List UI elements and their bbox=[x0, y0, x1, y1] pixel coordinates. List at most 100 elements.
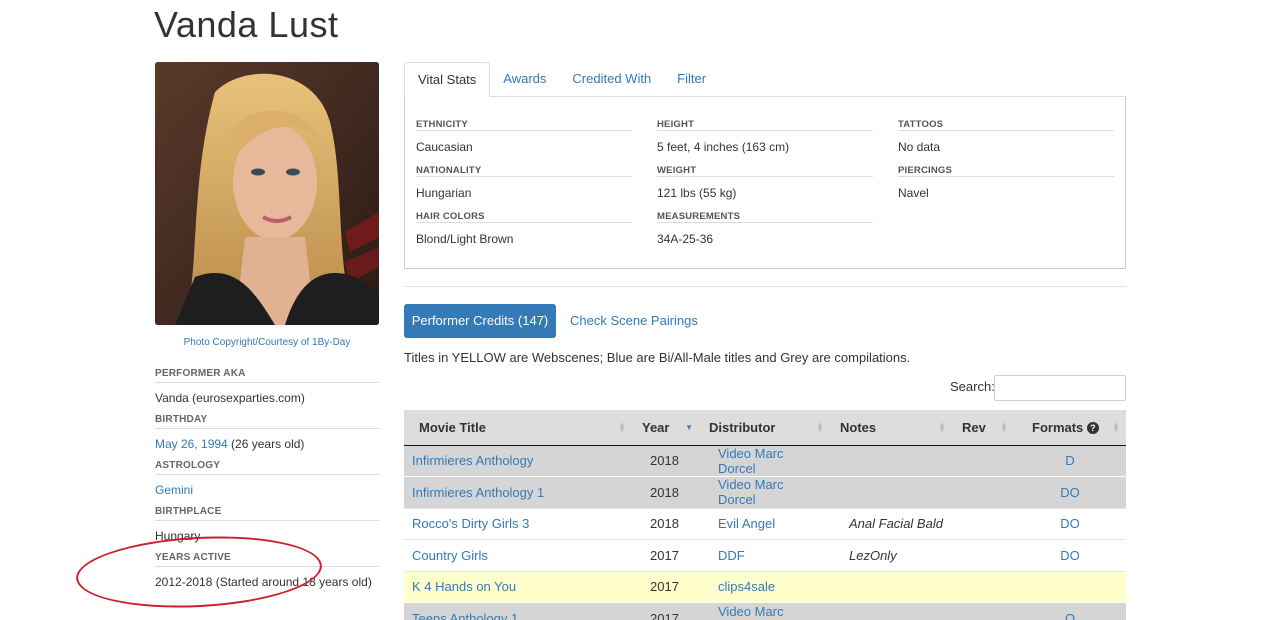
year-cell-cell: 2017 bbox=[632, 570, 699, 603]
hair-colors-value: Blond/Light Brown bbox=[416, 232, 514, 246]
formats-link[interactable]: DO bbox=[1060, 516, 1080, 531]
piercings-value: Navel bbox=[898, 186, 929, 200]
sort-desc-icon: ▼ bbox=[685, 423, 693, 432]
distributor-link[interactable]: Video Marc Dorcel bbox=[718, 477, 784, 507]
stats-column-3: TATTOOS No data PIERCINGS Navel bbox=[898, 119, 1114, 211]
profile-tabs: Vital Stats Awards Credited With Filter bbox=[404, 62, 1126, 97]
distributor-link[interactable]: Video Marc Dorcel bbox=[718, 446, 784, 476]
tab-awards[interactable]: Awards bbox=[490, 62, 559, 97]
birthday-age: (26 years old) bbox=[227, 437, 305, 451]
birthplace-value: Hungary bbox=[155, 529, 201, 543]
credits-body: Infirmieres Anthology 2018 Video Marc Dorc… bbox=[404, 444, 1126, 620]
formats-cell bbox=[1014, 570, 1126, 603]
movie-title-cell: Teens Anthology 1 bbox=[404, 602, 632, 620]
performer-photo bbox=[155, 62, 379, 325]
search-label: Search: bbox=[950, 379, 995, 394]
col-movie-title[interactable]: Movie Title ▲ ▼ bbox=[404, 410, 632, 446]
distributor-cell: clips4sale bbox=[699, 570, 830, 603]
formats-link[interactable]: D bbox=[1065, 453, 1074, 468]
stats-column-2: HEIGHT 5 feet, 4 inches (163 cm) WEIGHT … bbox=[657, 119, 873, 257]
formats-link[interactable]: DO bbox=[1060, 485, 1080, 500]
sort-icon: ▲ ▼ bbox=[618, 420, 626, 434]
check-scene-pairings-link[interactable]: Check Scene Pairings bbox=[570, 304, 698, 338]
formats-link[interactable]: DO bbox=[1060, 548, 1080, 563]
notes-cell-cell bbox=[830, 476, 952, 508]
distributor-link[interactable]: clips4sale bbox=[718, 579, 775, 594]
tab-credited-with[interactable]: Credited With bbox=[559, 62, 664, 97]
year-cell-cell: 2017 bbox=[632, 602, 699, 620]
table-row: Infirmieres Anthology 2018 Video Marc Dorc… bbox=[404, 444, 1126, 477]
sort-icon: ▲ ▼ bbox=[816, 420, 824, 434]
credits-table: Movie Title ▲ ▼ Year ▼ Distributor ▲ ▼ Notes ▲… bbox=[404, 410, 1126, 620]
col-distributor-label: Distributor bbox=[709, 419, 776, 435]
hair-colors-label: HAIR COLORS bbox=[416, 211, 632, 223]
sort-icon: ▲ ▼ bbox=[1000, 420, 1008, 434]
formats-cell: D bbox=[1014, 444, 1126, 477]
col-rev-label: Rev bbox=[962, 419, 986, 435]
astrology-block: ASTROLOGY Gemini bbox=[155, 460, 379, 497]
rev-cell-cell bbox=[952, 507, 1014, 540]
movie-title-cell: Infirmieres Anthology bbox=[404, 444, 632, 477]
height-value: 5 feet, 4 inches (163 cm) bbox=[657, 140, 790, 154]
movie-title-link[interactable]: K 4 Hands on You bbox=[412, 579, 516, 594]
rev-cell-cell bbox=[952, 476, 1014, 508]
movie-title-link[interactable]: Infirmieres Anthology bbox=[412, 453, 533, 468]
help-icon[interactable]: ? bbox=[1086, 421, 1099, 434]
movie-title-link[interactable]: Infirmieres Anthology 1 bbox=[412, 485, 544, 500]
notes-cell-cell bbox=[830, 602, 952, 620]
movie-title-cell: Rocco's Dirty Girls 3 bbox=[404, 507, 632, 540]
weight-value: 121 lbs (55 kg) bbox=[657, 186, 737, 200]
movie-title-cell: Infirmieres Anthology 1 bbox=[404, 476, 632, 508]
year-cell-cell: 2018 bbox=[632, 507, 699, 540]
birthday-date-link[interactable]: May 26, 1994 bbox=[155, 437, 228, 451]
distributor-link[interactable]: Video Marc Dorcel bbox=[718, 604, 784, 620]
notes-cell-cell: LezOnly bbox=[830, 539, 952, 571]
portrait-image bbox=[155, 62, 379, 325]
rev-cell-cell bbox=[952, 602, 1014, 620]
tab-filter[interactable]: Filter bbox=[664, 62, 719, 97]
rev-cell-cell bbox=[952, 570, 1014, 603]
tab-vital-stats[interactable]: Vital Stats bbox=[404, 62, 491, 97]
year-cell: 2017 bbox=[650, 611, 679, 620]
year-cell: 2018 bbox=[650, 484, 679, 500]
astrology-link[interactable]: Gemini bbox=[155, 483, 193, 497]
col-distributor[interactable]: Distributor ▲ ▼ bbox=[699, 410, 830, 446]
col-year-label: Year bbox=[642, 419, 670, 435]
search-input[interactable] bbox=[994, 375, 1126, 401]
movie-title-link[interactable]: Teens Anthology 1 bbox=[412, 611, 518, 620]
col-year[interactable]: Year ▼ bbox=[632, 410, 699, 446]
photo-caption[interactable]: Photo Copyright/Courtesy of 1By-Day bbox=[155, 337, 379, 349]
notes-cell: LezOnly bbox=[849, 547, 897, 563]
distributor-link[interactable]: Evil Angel bbox=[718, 516, 775, 531]
formats-link[interactable]: O bbox=[1065, 611, 1075, 620]
formats-cell: DO bbox=[1014, 539, 1126, 571]
aka-label: PERFORMER AKA bbox=[155, 368, 379, 383]
rev-cell-cell bbox=[952, 444, 1014, 477]
piercings-label: PIERCINGS bbox=[898, 165, 1114, 177]
performer-credits-button[interactable]: Performer Credits (147) bbox=[404, 304, 556, 338]
page-title: Vanda Lust bbox=[154, 4, 339, 45]
col-notes[interactable]: Notes ▲ ▼ bbox=[830, 410, 952, 446]
birthday-value: May 26, 1994 (26 years old) bbox=[155, 429, 379, 451]
distributor-cell: Evil Angel bbox=[699, 507, 830, 540]
distributor-link[interactable]: DDF bbox=[718, 548, 745, 563]
ethnicity-value: Caucasian bbox=[416, 140, 473, 154]
movie-title-link[interactable]: Country Girls bbox=[412, 548, 488, 563]
birthday-label: BIRTHDAY bbox=[155, 414, 379, 429]
height-label: HEIGHT bbox=[657, 119, 873, 131]
tattoos-value: No data bbox=[898, 140, 941, 154]
table-row: Country Girls 2017 DDF LezOnly DO bbox=[404, 539, 1126, 571]
formats-cell: DO bbox=[1014, 476, 1126, 508]
astrology-label: ASTROLOGY bbox=[155, 460, 379, 475]
years-active-block: YEARS ACTIVE 2012-2018 (Started around 1… bbox=[155, 552, 379, 589]
col-formats[interactable]: Formats ? ▲ ▼ bbox=[1014, 410, 1126, 446]
movie-title-link[interactable]: Rocco's Dirty Girls 3 bbox=[412, 516, 529, 531]
year-cell: 2017 bbox=[650, 579, 679, 595]
year-cell-cell: 2017 bbox=[632, 539, 699, 571]
weight-label: WEIGHT bbox=[657, 165, 873, 177]
formats-cell: DO bbox=[1014, 507, 1126, 540]
sort-icon: ▲ ▼ bbox=[938, 420, 946, 434]
table-header-row: Movie Title ▲ ▼ Year ▼ Distributor ▲ ▼ Notes ▲… bbox=[404, 410, 1126, 446]
notes-cell-cell bbox=[830, 570, 952, 603]
col-rev[interactable]: Rev ▲ ▼ bbox=[952, 410, 1014, 446]
